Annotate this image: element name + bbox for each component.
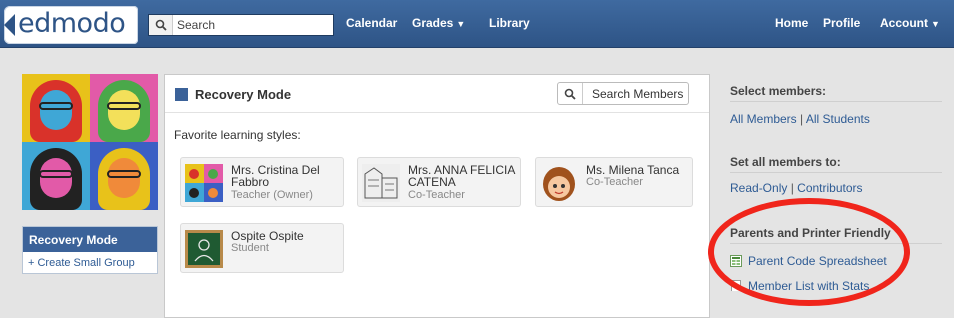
set-members-links: Read-Only | Contributors	[730, 181, 863, 195]
nav-calendar-link[interactable]: Calendar	[346, 16, 397, 30]
member-name-cont: Fabbro	[231, 175, 270, 189]
separator: |	[790, 181, 794, 195]
nav-profile-link[interactable]: Profile	[823, 16, 860, 30]
search-members-field[interactable]: Search Members	[557, 82, 689, 105]
avatar-tile	[22, 74, 90, 142]
member-card[interactable]: Ms. Milena Tanca Co-Teacher	[535, 157, 693, 207]
search-icon[interactable]	[149, 15, 173, 35]
nav-home-link[interactable]: Home	[775, 16, 808, 30]
member-role: Student	[231, 242, 269, 254]
select-members-links: All Members | All Students	[730, 112, 870, 126]
nav-grades-menu[interactable]: Grades ▼	[412, 16, 465, 30]
nav-library-link[interactable]: Library	[489, 16, 530, 30]
member-role: Co-Teacher	[408, 189, 465, 201]
edmodo-logo[interactable]: edmodo	[4, 6, 138, 44]
create-small-group-link[interactable]: + Create Small Group	[23, 252, 157, 274]
member-avatar	[540, 164, 578, 202]
all-members-link[interactable]: All Members	[730, 112, 797, 126]
search-members-placeholder: Search Members	[592, 87, 684, 101]
all-students-link[interactable]: All Students	[806, 112, 870, 126]
logo-chevron-icon	[4, 14, 15, 36]
nav-grades-label: Grades	[412, 16, 454, 30]
top-nav-bar: edmodo Calendar Grades▼ Library Home Pro…	[0, 0, 954, 48]
members-panel: Recovery Mode Search Members Favorite le…	[164, 74, 710, 318]
chevron-down-icon: ▼	[931, 19, 940, 29]
member-card[interactable]: Mrs. ANNA FELICIA CATENA Co-Teacher	[357, 157, 521, 207]
member-name-cont: CATENA	[408, 175, 456, 189]
group-avatar	[22, 74, 158, 210]
search-input[interactable]	[177, 17, 327, 33]
page-title: Recovery Mode	[195, 87, 292, 102]
member-role: Co-Teacher	[586, 176, 643, 188]
divider	[730, 172, 942, 173]
logo-text: edmodo	[18, 8, 126, 39]
favorite-learning-styles-label: Favorite learning styles:	[174, 128, 301, 142]
member-avatar	[185, 230, 223, 268]
group-color-icon	[175, 88, 188, 101]
highlight-circle-annotation	[708, 198, 910, 306]
group-title[interactable]: Recovery Mode	[23, 227, 157, 252]
set-all-members-heading: Set all members to:	[730, 155, 841, 169]
separator: |	[800, 112, 804, 126]
panel-header: Recovery Mode Search Members	[165, 75, 709, 113]
nav-account-label: Account	[880, 16, 928, 30]
member-avatar	[185, 164, 223, 202]
chevron-down-icon: ▼	[456, 19, 466, 29]
read-only-link[interactable]: Read-Only	[730, 181, 787, 195]
member-avatar	[362, 164, 400, 202]
avatar-tile	[90, 142, 158, 210]
contributors-link[interactable]: Contributors	[797, 181, 862, 195]
global-search	[148, 14, 334, 36]
avatar-tile	[90, 74, 158, 142]
divider	[730, 101, 942, 102]
member-name: Ms. Milena Tanca	[586, 163, 680, 177]
member-card[interactable]: Mrs. Cristina Del Fabbro Teacher (Owner)	[180, 157, 344, 207]
member-card[interactable]: Ospite Ospite Student	[180, 223, 344, 273]
member-name: Ospite Ospite	[231, 229, 304, 243]
nav-account-menu[interactable]: Account ▼	[880, 16, 940, 30]
group-nav-box: Recovery Mode + Create Small Group	[22, 226, 158, 274]
select-members-heading: Select members:	[730, 84, 827, 98]
search-icon[interactable]	[558, 83, 583, 104]
avatar-tile	[22, 142, 90, 210]
member-role: Teacher (Owner)	[231, 189, 313, 201]
